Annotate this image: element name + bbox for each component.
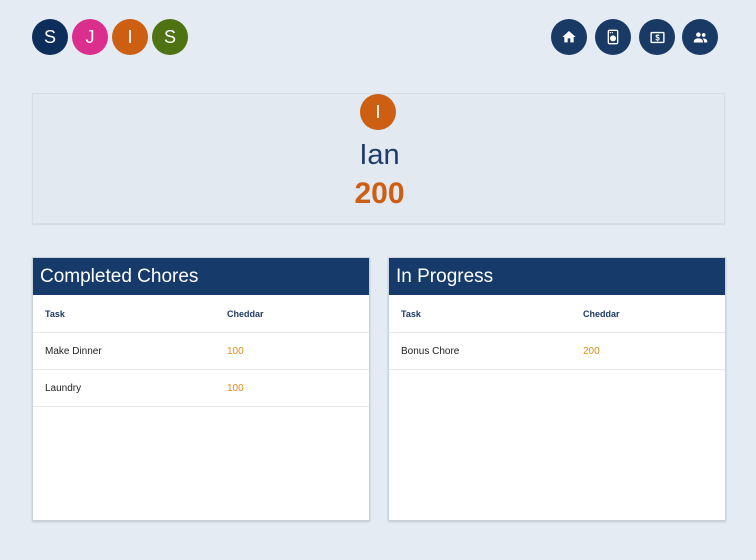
- completed-chores-panel: Completed Chores Task Cheddar Make Dinne…: [32, 257, 370, 521]
- rewards-button[interactable]: $: [639, 19, 675, 55]
- task-column-header: Task: [401, 309, 421, 319]
- family-avatar-4[interactable]: S: [152, 19, 188, 55]
- family-avatar-1[interactable]: S: [32, 19, 68, 55]
- home-icon: [562, 31, 576, 43]
- completed-table-header: Task Cheddar: [33, 295, 369, 333]
- profile-card: I Ian 200: [32, 93, 725, 224]
- cheddar-value: 200: [583, 346, 600, 357]
- table-row[interactable]: Laundry 100: [33, 370, 369, 407]
- task-column-header: Task: [45, 309, 65, 319]
- profile-name: Ian: [359, 139, 400, 171]
- task-name: Laundry: [45, 383, 82, 394]
- in-progress-title: In Progress: [389, 258, 725, 295]
- in-progress-table-header: Task Cheddar: [389, 295, 725, 333]
- family-avatar-3[interactable]: I: [112, 19, 148, 55]
- cheddar-value: 100: [227, 346, 244, 357]
- profile-points: 200: [354, 177, 405, 210]
- family-button[interactable]: [682, 19, 718, 55]
- top-bar: S J I S $: [0, 0, 756, 74]
- washing-machine-icon: [607, 29, 619, 45]
- chores-button[interactable]: [595, 19, 631, 55]
- cheddar-column-header: Cheddar: [227, 309, 264, 319]
- task-name: Make Dinner: [45, 346, 102, 357]
- svg-text:$: $: [655, 33, 660, 42]
- cheddar-value: 100: [227, 383, 244, 394]
- money-icon: $: [649, 31, 665, 43]
- people-icon: [693, 31, 707, 42]
- task-name: Bonus Chore: [401, 346, 460, 357]
- cheddar-column-header: Cheddar: [583, 309, 620, 319]
- completed-chores-title: Completed Chores: [33, 258, 369, 295]
- family-avatar-2[interactable]: J: [72, 19, 108, 55]
- table-row[interactable]: Make Dinner 100: [33, 333, 369, 370]
- profile-avatar: I: [360, 94, 396, 130]
- home-button[interactable]: [551, 19, 587, 55]
- table-row[interactable]: Bonus Chore 200: [389, 333, 725, 370]
- in-progress-panel: In Progress Task Cheddar Bonus Chore 200: [388, 257, 726, 521]
